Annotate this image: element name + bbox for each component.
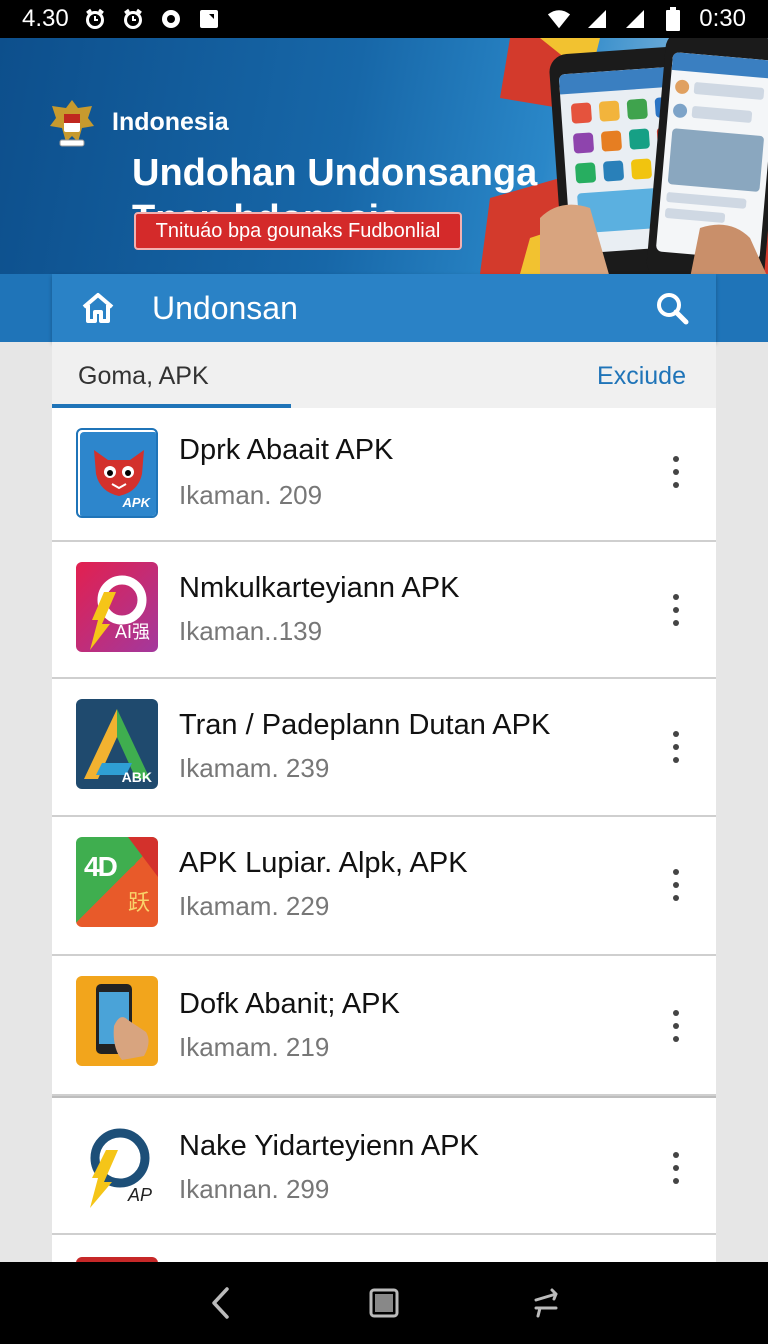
app-name: Nake Yidarteyienn APK xyxy=(179,1130,479,1162)
list-item[interactable]: 4D 跃 APK Lupiar. Alpk, APK Ikamam. 229 xyxy=(52,817,716,956)
banner-cta-button[interactable]: Tnituáo bpa gounaks Fudbonlial xyxy=(134,212,462,250)
alarm-icon xyxy=(121,7,145,31)
app-icon-phone-hand xyxy=(76,976,158,1066)
app-icon-label: 跃 xyxy=(127,890,150,915)
app-icon-label: APK xyxy=(122,495,150,510)
signal-icon xyxy=(623,7,647,31)
tab-bar: Goma, APK Exciude xyxy=(52,342,716,408)
home-square-icon xyxy=(369,1288,399,1318)
back-button[interactable] xyxy=(197,1279,245,1327)
list-item[interactable]: AP Nake Yidarteyienn APK Ikannan. 299 xyxy=(52,1096,716,1235)
toolbar-title: Undonsan xyxy=(152,289,298,326)
app-subtitle: Ikamam. 229 xyxy=(179,891,330,921)
app-toolbar: Undonsan xyxy=(0,274,768,342)
list-item[interactable] xyxy=(52,1235,716,1262)
app-icon-bear: APK xyxy=(76,428,158,518)
app-icon-label: AP xyxy=(127,1185,152,1205)
app-subtitle: Ikannan. 299 xyxy=(179,1174,330,1204)
app-name: Tran / Padeplann Dutan APK xyxy=(179,709,551,741)
home-nav-button[interactable] xyxy=(360,1279,408,1327)
toolbar-bar: Undonsan xyxy=(52,274,716,342)
app-icon-a-triangle: ABK xyxy=(76,699,158,789)
list-item[interactable]: Dofk Abanit; APK Ikamam. 219 xyxy=(52,956,716,1096)
recents-button[interactable] xyxy=(523,1279,571,1327)
app-name: Dprk Abaait APK xyxy=(179,434,394,466)
app-icon-ring-bolt: AP xyxy=(76,1120,158,1210)
app-icon-label: AI强 xyxy=(114,622,150,642)
search-icon xyxy=(657,293,689,325)
battery-icon xyxy=(661,7,685,31)
more-options-icon[interactable] xyxy=(666,865,686,905)
more-options-icon[interactable] xyxy=(666,452,686,492)
recents-icon xyxy=(534,1288,558,1318)
signal-icon xyxy=(585,7,609,31)
tab-exclude[interactable]: Exciude xyxy=(597,362,686,391)
more-options-icon[interactable] xyxy=(666,1148,686,1188)
status-time-left: 4.30 xyxy=(22,5,69,32)
app-subtitle: Ikamam. 239 xyxy=(179,753,330,783)
hand-illustration xyxy=(540,204,767,274)
list-item[interactable]: AI强 Nmkulkarteyiann APK Ikaman..139 xyxy=(52,542,716,679)
status-time-right: 0:30 xyxy=(699,5,746,32)
app-subtitle: Ikamam. 219 xyxy=(179,1032,330,1062)
home-button[interactable] xyxy=(74,284,122,332)
more-options-icon[interactable] xyxy=(666,1006,686,1046)
app-icon-4d: 4D 跃 xyxy=(76,837,158,927)
alarm-icon xyxy=(83,7,107,31)
list-item[interactable]: APK Dprk Abaait APK Ikaman. 209 xyxy=(52,408,716,542)
home-icon xyxy=(82,293,114,323)
app-icon-label: 4D xyxy=(84,851,118,882)
tab-label: Goma, APK xyxy=(78,362,209,390)
more-options-icon[interactable] xyxy=(666,590,686,630)
record-icon xyxy=(159,7,183,31)
app-subtitle: Ikaman. 209 xyxy=(179,480,323,510)
more-options-icon[interactable] xyxy=(666,727,686,767)
banner-headline-line1: Undohan Undonsanga xyxy=(132,152,538,194)
status-bar: 4.30 0:30 xyxy=(0,0,768,38)
app-subtitle: Ikaman..139 xyxy=(179,616,323,646)
banner-country: Indonesia xyxy=(112,108,229,136)
app-name: Nmkulkarteyiann APK xyxy=(179,572,460,604)
tab-goma-apk[interactable]: Goma, APK xyxy=(52,342,291,408)
app-name: APK Lupiar. Alpk, APK xyxy=(179,847,468,879)
app-name: Dofk Abanit; APK xyxy=(179,988,400,1020)
notification-icon xyxy=(197,7,221,31)
app-icon-label: ABK xyxy=(121,769,152,785)
app-list: APK Dprk Abaait APK Ikaman. 209 AI强 Nmku… xyxy=(52,408,716,1262)
garuda-crest-icon xyxy=(50,100,94,147)
promo-banner[interactable]: Indonesia Undohan Undonsanga Tnan hdones… xyxy=(0,38,768,274)
back-icon xyxy=(212,1287,230,1319)
list-item[interactable]: ABK Tran / Padeplann Dutan APK Ikamam. 2… xyxy=(52,679,716,817)
app-icon-lightning: AI强 xyxy=(76,562,158,652)
wifi-icon xyxy=(547,7,571,31)
search-button[interactable] xyxy=(648,284,696,332)
navigation-bar xyxy=(0,1262,768,1344)
